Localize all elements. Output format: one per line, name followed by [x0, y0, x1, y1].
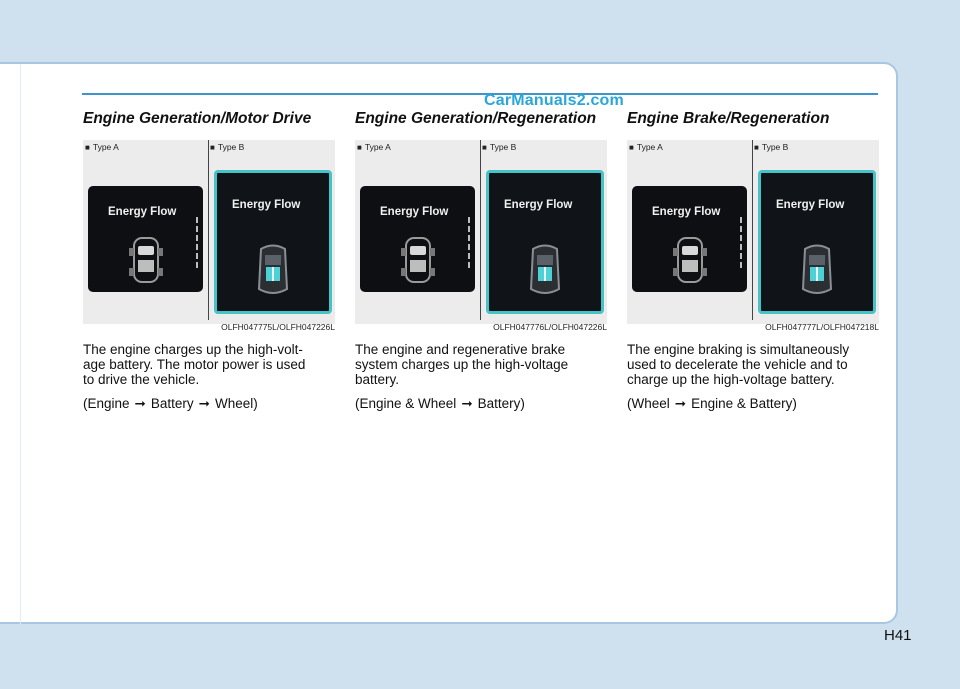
figure-code: OLFH047777L/OLFH047218L	[765, 322, 879, 332]
description-line: The engine charges up the high-volt-	[83, 342, 303, 357]
description-line: used to decelerate the vehicle and to	[627, 357, 848, 372]
flow-dashes	[196, 217, 198, 268]
screen-label: Energy Flow	[108, 206, 177, 218]
energy-flow-figure: ■ Type A ■ Type B Energy Flow Energy Flow	[355, 140, 607, 324]
figure-divider	[752, 140, 753, 320]
flow-step: Battery)	[477, 396, 525, 411]
flow-step: Battery	[150, 396, 194, 411]
description-line: The engine braking is simultaneously	[627, 342, 850, 357]
square-bullet-icon: ■	[85, 143, 90, 152]
energy-flow-sequence: (Engine & Wheel ➞ Battery)	[355, 396, 525, 412]
description: The engine charges up the high-volt- age…	[83, 342, 335, 387]
screen-label: Energy Flow	[776, 199, 845, 211]
section-regeneration: Engine Generation/Regeneration ■ Type A ■…	[355, 110, 607, 411]
car-top-view-icon	[401, 237, 435, 283]
description-line: system charges up the high-voltage	[355, 357, 569, 372]
page-number: H41	[884, 627, 912, 644]
section-title: Engine Generation/Motor Drive	[83, 110, 312, 127]
screen-type-b: Energy Flow	[758, 170, 876, 314]
description-line: to drive the vehicle.	[83, 372, 200, 387]
energy-flow-figure: ■ Type A ■ Type B Energy Flow Energy Flow	[627, 140, 879, 324]
right-arrow-icon: ➞	[198, 396, 210, 411]
car-top-view-icon	[529, 244, 561, 294]
type-a-text: Type A	[364, 142, 391, 152]
type-a-label: ■ Type A	[357, 142, 391, 152]
right-arrow-icon: ➞	[461, 396, 473, 411]
screen-type-a: Energy Flow	[360, 186, 475, 292]
screen-type-b: Energy Flow	[486, 170, 604, 314]
section-title: Engine Brake/Regeneration	[627, 110, 830, 127]
right-arrow-icon: ➞	[134, 396, 146, 411]
flow-step: Wheel)	[214, 396, 258, 411]
type-a-text: Type A	[636, 142, 663, 152]
description: The engine and regenerative brake system…	[355, 342, 607, 387]
screen-label: Energy Flow	[504, 199, 573, 211]
margin-rule	[20, 64, 21, 624]
square-bullet-icon: ■	[357, 143, 362, 152]
screen-type-a: Energy Flow	[88, 186, 203, 292]
type-b-text: Type B	[489, 142, 517, 152]
screen-label: Energy Flow	[652, 206, 721, 218]
flow-step: (Wheel	[627, 396, 670, 411]
description: The engine braking is simultaneously use…	[627, 342, 879, 387]
description-line: age battery. The motor power is used	[83, 357, 306, 372]
flow-step: (Engine & Wheel	[355, 396, 457, 411]
type-b-label: ■ Type B	[210, 142, 244, 152]
energy-flow-sequence: (Engine ➞ Battery ➞ Wheel)	[83, 396, 258, 412]
flow-dashes	[740, 217, 742, 268]
figure-code: OLFH047776L/OLFH047226L	[493, 322, 607, 332]
flow-step: Engine & Battery)	[691, 396, 797, 411]
figure-divider	[208, 140, 209, 320]
square-bullet-icon: ■	[754, 143, 759, 152]
energy-flow-figure: ■ Type A ■ Type B Energy Flow Energy Flow	[83, 140, 335, 324]
description-line: The engine and regenerative brake	[355, 342, 566, 357]
car-top-view-icon	[257, 244, 289, 294]
figure-code: OLFH047775L/OLFH047226L	[221, 322, 335, 332]
screen-label: Energy Flow	[380, 206, 449, 218]
car-top-view-icon	[673, 237, 707, 283]
square-bullet-icon: ■	[482, 143, 487, 152]
screen-type-a: Energy Flow	[632, 186, 747, 292]
car-top-view-icon	[129, 237, 163, 283]
square-bullet-icon: ■	[210, 143, 215, 152]
car-top-view-icon	[801, 244, 833, 294]
section-motor-drive: Engine Generation/Motor Drive ■ Type A ■ T…	[83, 110, 335, 411]
square-bullet-icon: ■	[629, 143, 634, 152]
screen-type-b: Energy Flow	[214, 170, 332, 314]
type-b-label: ■ Type B	[482, 142, 516, 152]
type-b-label: ■ Type B	[754, 142, 788, 152]
description-line: charge up the high-voltage battery.	[627, 372, 835, 387]
flow-step: (Engine	[83, 396, 130, 411]
type-a-label: ■ Type A	[629, 142, 663, 152]
header-rule	[82, 93, 878, 95]
section-brake-regeneration: Engine Brake/Regeneration ■ Type A ■ Type …	[627, 110, 879, 411]
section-title: Engine Generation/Regeneration	[355, 110, 597, 127]
flow-dashes	[468, 217, 470, 268]
description-line: battery.	[355, 372, 400, 387]
type-b-text: Type B	[217, 142, 245, 152]
energy-flow-sequence: (Wheel ➞ Engine & Battery)	[627, 396, 797, 412]
right-arrow-icon: ➞	[674, 396, 687, 411]
watermark: CarManuals2.com	[484, 92, 624, 109]
type-b-text: Type B	[761, 142, 789, 152]
type-a-text: Type A	[92, 142, 119, 152]
screen-label: Energy Flow	[232, 199, 301, 211]
figure-divider	[480, 140, 481, 320]
type-a-label: ■ Type A	[85, 142, 119, 152]
